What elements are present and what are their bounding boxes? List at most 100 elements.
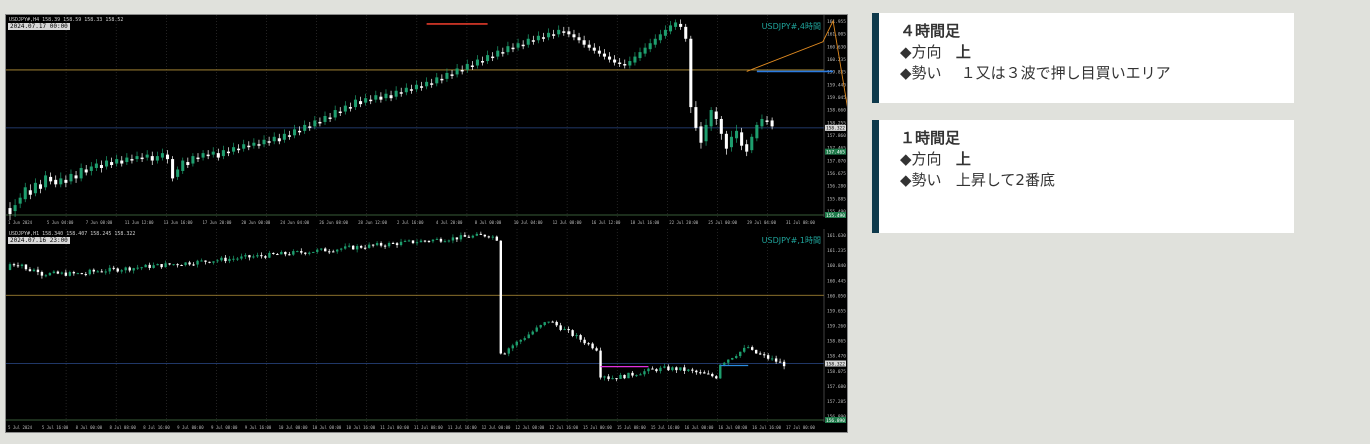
- time-tick-label: 4 Jul 20:00: [436, 220, 463, 225]
- candle-body: [440, 78, 444, 81]
- candle-body: [24, 264, 28, 270]
- candle-body: [679, 367, 682, 371]
- chart-4h-canvas[interactable]: 161.955161.005160.630160.235159.835159.4…: [6, 15, 847, 227]
- candle-body: [132, 268, 135, 271]
- price-tick-label: 156.675: [827, 171, 846, 177]
- time-tick-label: 10 Jul 08:00: [312, 425, 341, 430]
- candle-body: [607, 376, 610, 380]
- candle-body: [347, 245, 351, 247]
- candle-body: [499, 240, 502, 354]
- candle-body: [663, 366, 666, 368]
- candle-body: [703, 372, 706, 374]
- candle-body: [470, 65, 474, 67]
- candle-body: [471, 235, 475, 238]
- candle-body: [699, 126, 703, 143]
- candle-body: [364, 98, 368, 103]
- candle-body: [247, 145, 251, 148]
- candle-body: [387, 242, 391, 247]
- direction-label: ◆方向: [900, 150, 942, 168]
- candle-body: [339, 248, 343, 250]
- candle-body: [76, 273, 80, 275]
- candle-body: [375, 243, 379, 246]
- candle-body: [48, 273, 52, 276]
- candle-body: [735, 356, 738, 359]
- candle-body: [303, 124, 307, 131]
- candle-body: [124, 267, 127, 271]
- candle-body: [257, 144, 261, 146]
- time-tick-label: 8 Jul 08:00: [109, 425, 136, 430]
- candle-body: [709, 110, 713, 127]
- chart-4h[interactable]: 161.955 161.005 160.630 160.235 159.835 159.4…: [6, 15, 847, 227]
- candle-body: [714, 111, 718, 119]
- candle-body: [208, 261, 211, 263]
- candle-body: [419, 240, 423, 243]
- candle-body: [459, 235, 463, 240]
- candle-body: [743, 347, 746, 352]
- chart-1h[interactable]: 161.630 161.235 160.840 160.445 160.050 159.6…: [6, 229, 847, 432]
- chart-4h-crosshair-date: 2024.07.17 00:00: [8, 23, 70, 30]
- candle-body: [40, 272, 44, 276]
- candle-body: [369, 99, 373, 102]
- candle-body: [587, 44, 591, 48]
- candle-body: [455, 237, 459, 240]
- candle-body: [389, 95, 393, 99]
- candle-body: [762, 354, 766, 356]
- candle-body: [707, 373, 710, 375]
- candle-body: [150, 156, 154, 161]
- candle-body: [359, 246, 363, 248]
- candle-body: [145, 154, 149, 158]
- candle-body: [770, 120, 774, 127]
- candle-body: [404, 87, 408, 93]
- candle-body: [633, 56, 637, 63]
- candle-body: [507, 348, 510, 354]
- candle-body: [535, 327, 538, 332]
- candle-body: [74, 175, 78, 179]
- time-tick-label: 5 Jul 16:00: [42, 425, 69, 430]
- candle-body: [562, 31, 566, 33]
- candle-body: [204, 260, 207, 262]
- candle-body: [483, 234, 487, 237]
- chart-panel[interactable]: 161.955 161.005 160.630 160.235 159.835 159.4…: [5, 14, 848, 433]
- candle-body: [136, 267, 139, 269]
- candle-body: [32, 269, 36, 272]
- candle-body: [754, 349, 758, 354]
- time-tick-label: 9 Jul 16:00: [245, 425, 272, 430]
- price-tick-label: 156.280: [827, 184, 846, 190]
- candle-body: [683, 367, 686, 371]
- candle-body: [367, 244, 371, 248]
- candle-body: [240, 256, 243, 259]
- candle-body: [627, 372, 630, 379]
- candle-body: [298, 130, 302, 133]
- candle-body: [729, 136, 733, 148]
- candle-body: [60, 272, 64, 274]
- candle-body: [465, 64, 469, 70]
- candle-body: [94, 163, 98, 168]
- price-tick-label: 160.840: [827, 263, 846, 269]
- candle-body: [635, 375, 638, 377]
- candle-body: [226, 151, 230, 154]
- candle-body: [52, 271, 56, 274]
- candle-body: [758, 353, 762, 355]
- candle-body: [312, 251, 315, 253]
- candle-body: [704, 124, 708, 142]
- candle-body: [774, 358, 778, 362]
- candle-body: [18, 197, 22, 204]
- direction-value: 上: [955, 43, 971, 61]
- candle-body: [651, 368, 654, 370]
- candle-body: [579, 335, 582, 340]
- candle-body: [430, 83, 434, 85]
- candle-body: [563, 329, 566, 331]
- candle-body: [277, 138, 281, 142]
- candle-body: [531, 40, 535, 42]
- candle-body: [475, 59, 479, 66]
- candle-body: [16, 265, 20, 267]
- candle-body: [155, 156, 159, 161]
- candle-body: [224, 257, 227, 262]
- chart-1h-canvas[interactable]: 161.630 161.235 160.840 160.445 160.050 159.6…: [6, 229, 847, 432]
- candle-body: [595, 348, 598, 351]
- candle-body: [653, 38, 657, 45]
- candle-body: [555, 321, 558, 326]
- candle-body: [516, 43, 520, 48]
- candle-body: [439, 238, 443, 242]
- candle-body: [292, 129, 297, 136]
